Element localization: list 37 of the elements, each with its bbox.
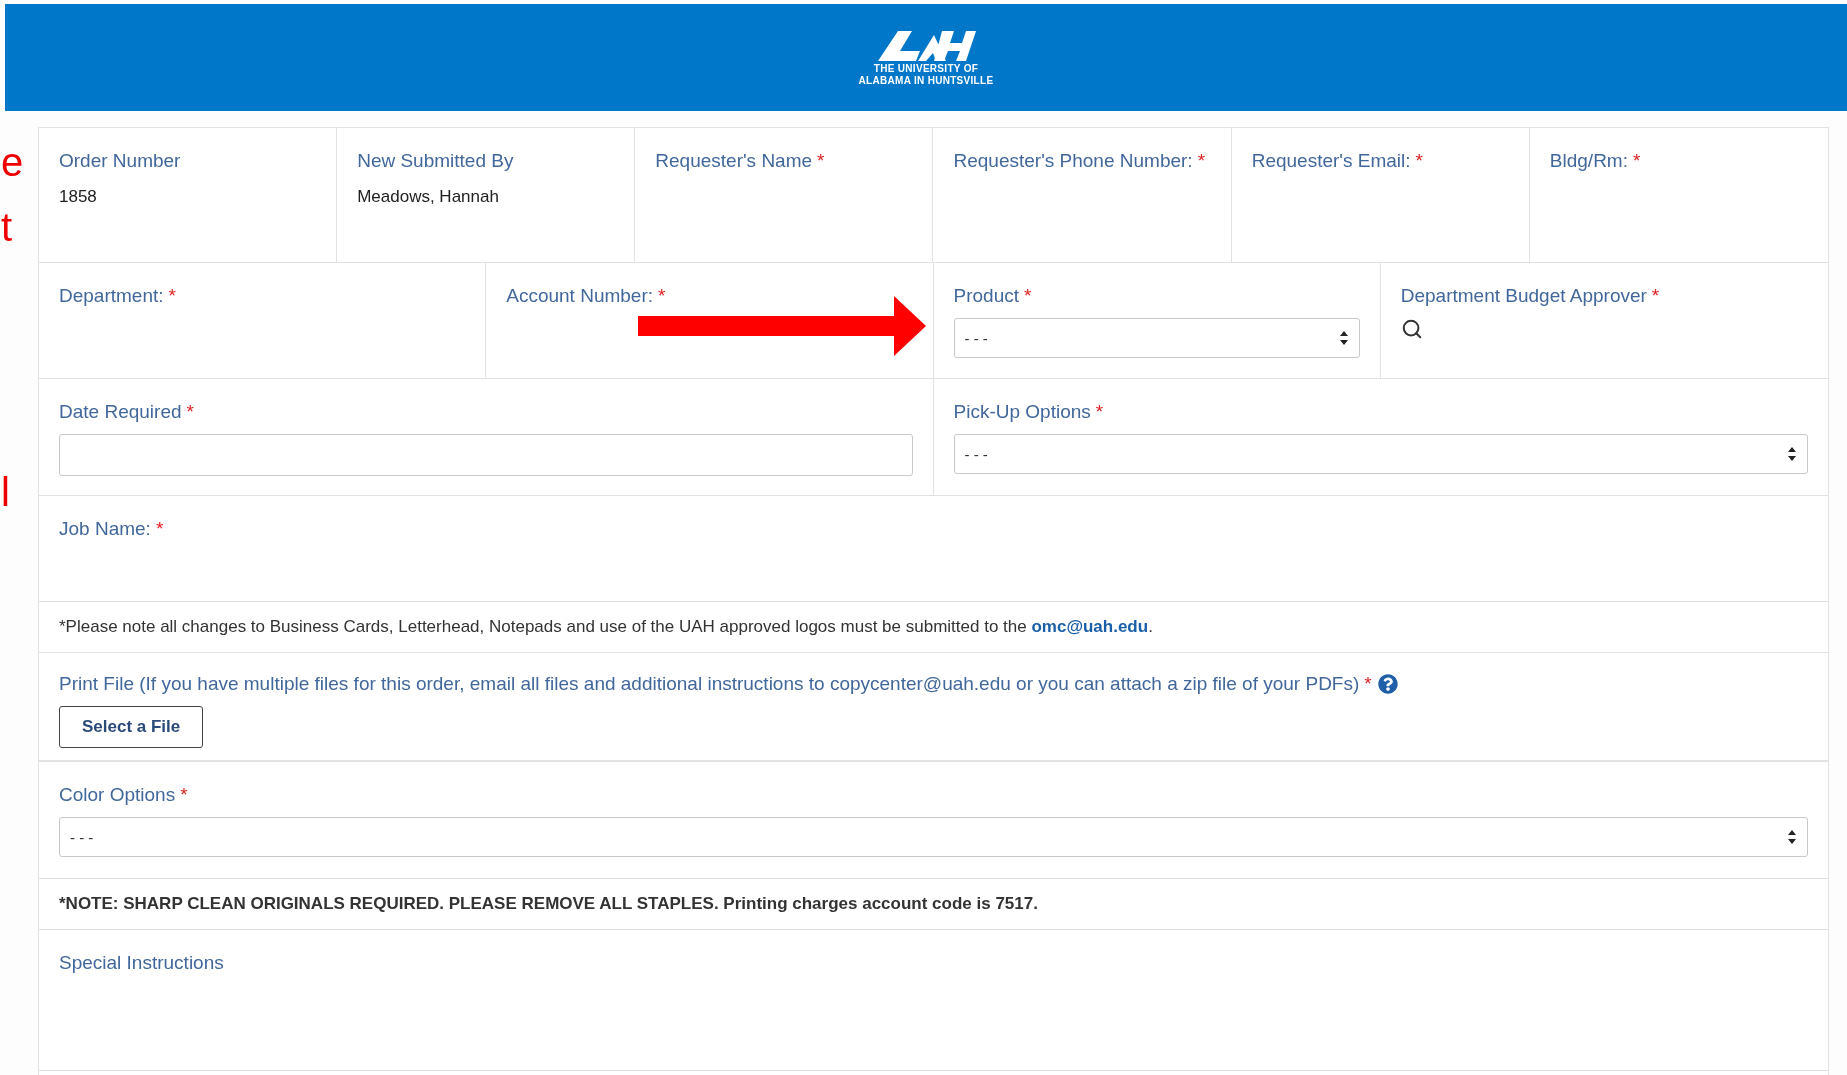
dropdown-arrows-icon (1787, 446, 1797, 462)
search-icon[interactable] (1400, 318, 1423, 340)
select-file-button[interactable]: Select a File (59, 706, 204, 748)
field-label: Color Options * (59, 783, 189, 807)
field-label: Department Budget Approver * (1400, 284, 1661, 308)
field-label: Date Required * (59, 400, 195, 424)
select-field[interactable]: - - - (953, 434, 1808, 474)
field-label: Account Number: * (506, 284, 667, 308)
field-label: Special Instructions (59, 951, 225, 975)
note-text: *Please note all changes to Business Cards, Letterhead, Notepads and use of the UAH approved logos must be submitted to the omc@uah.edu. (59, 617, 1153, 637)
field-label: Job Name: * (59, 517, 165, 541)
field-label: Requester's Name * (655, 149, 826, 173)
dropdown-arrows-icon (1787, 829, 1797, 845)
field-label: Bldg/Rm: * (1549, 149, 1642, 173)
cut-off-text: l (1, 470, 10, 514)
cut-off-text: t (1, 205, 13, 249)
field-label: Product * (953, 284, 1033, 308)
select-field[interactable]: - - - (59, 817, 1808, 857)
logo-text: THE UNIVERSITY OF (873, 62, 979, 75)
field-label: Requester's Email: * (1251, 149, 1424, 173)
field-label: Print File (If you have multiple files for this order, email all files and additional instructions to copycenter@uah.edu or you can attach a zip file of your PDFs) * (59, 672, 1372, 696)
help-icon[interactable] (1377, 673, 1398, 694)
select-field[interactable]: - - - (953, 318, 1360, 358)
field-label: New Submitted By (357, 149, 515, 173)
email-link[interactable]: omc@uah.edu (1031, 617, 1149, 636)
field-value: 1858 (59, 187, 98, 207)
dropdown-arrows-icon (1338, 330, 1349, 346)
cut-off-text: e (1, 140, 24, 184)
note-text: *NOTE: SHARP CLEAN ORIGINALS REQUIRED. PLEASE REMOVE ALL STAPLES. Printing charges account code is 7517. (59, 894, 1038, 914)
field-label: Department: * (59, 284, 177, 308)
logo-text: ALABAMA IN HUNTSVILLE (858, 74, 994, 87)
date-field[interactable] (59, 434, 913, 476)
field-label: Requester's Phone Number: * (953, 149, 1207, 173)
logo-mark-icon (876, 28, 976, 63)
field-value: Meadows, Hannah (357, 187, 500, 207)
field-label: Pick-Up Options * (953, 400, 1105, 424)
field-label: Order Number (59, 149, 182, 173)
